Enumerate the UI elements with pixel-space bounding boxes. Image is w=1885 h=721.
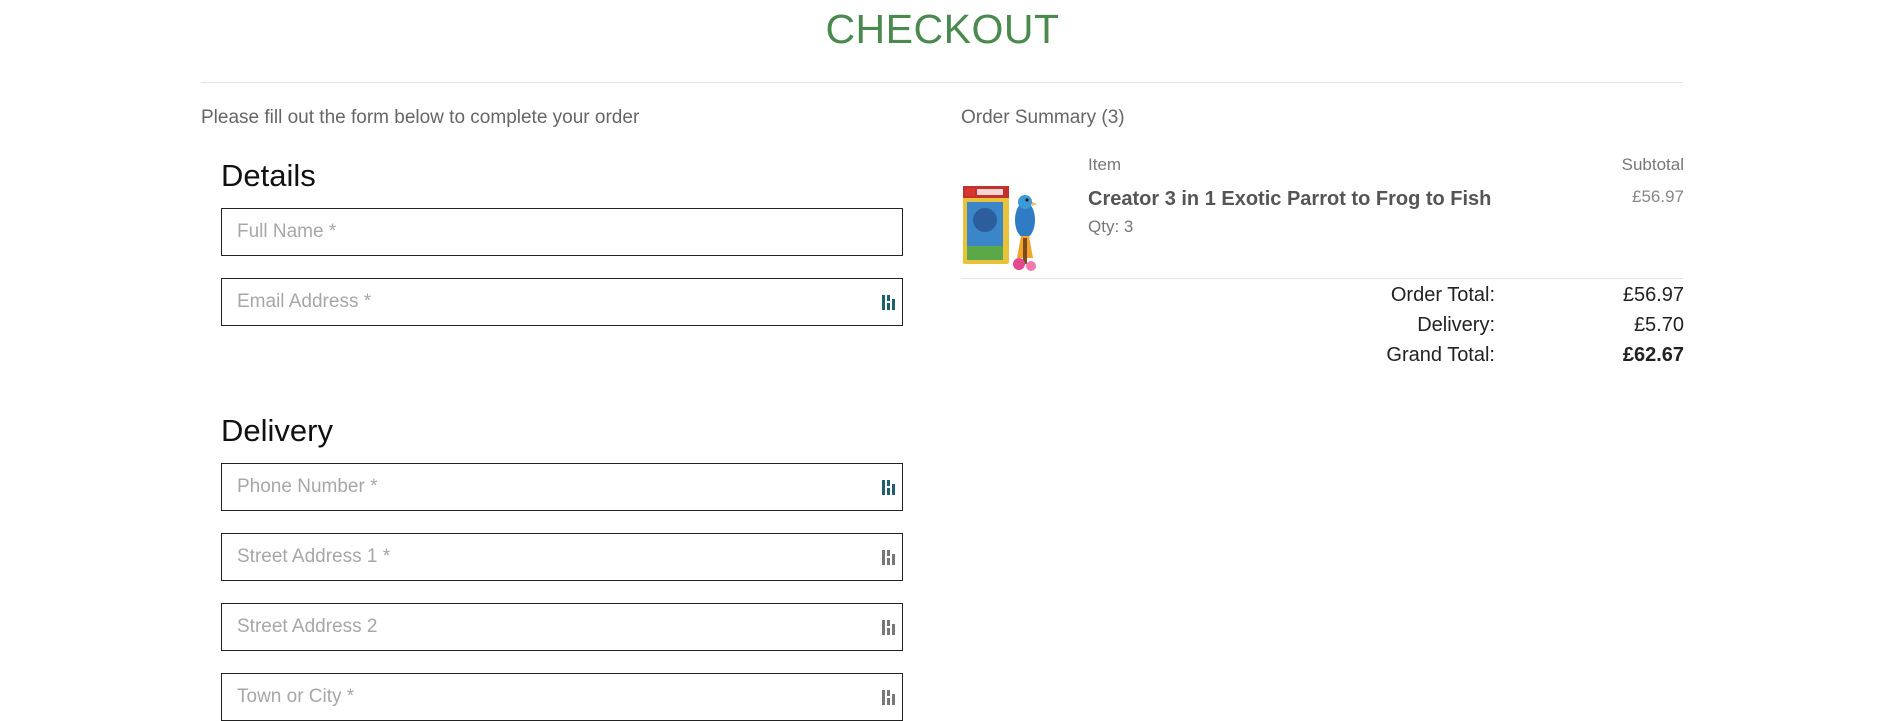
street-address-2-field[interactable] [221, 603, 903, 651]
password-manager-icon[interactable] [882, 293, 896, 312]
email-input[interactable] [222, 279, 902, 325]
street-address-1-field[interactable] [221, 533, 903, 581]
town-city-field[interactable] [221, 673, 903, 721]
item-column-label: Item [1088, 155, 1122, 174]
page-title: CHECKOUT [825, 6, 1060, 52]
password-manager-icon[interactable] [882, 618, 896, 637]
street-address-2-input[interactable] [222, 604, 902, 650]
street-address-1-input[interactable] [222, 534, 902, 580]
product-subtotal: £56.97 [1632, 187, 1684, 206]
town-city-input[interactable] [222, 674, 902, 720]
full-name-field[interactable] [221, 208, 903, 256]
summary-divider [961, 278, 1683, 279]
phone-field[interactable] [221, 463, 903, 511]
checkout-intro-text: Please fill out the form below to comple… [201, 107, 640, 128]
title-divider [201, 82, 1683, 83]
subtotal-column-label: Subtotal [1621, 155, 1684, 174]
password-manager-icon[interactable] [882, 688, 896, 707]
password-manager-icon[interactable] [882, 548, 896, 567]
delivery-heading: Delivery [221, 413, 333, 448]
order-total-value: £56.97 [1622, 284, 1684, 306]
full-name-input[interactable] [222, 209, 902, 255]
grand-total-value: £62.67 [1622, 344, 1684, 366]
email-field[interactable] [221, 278, 903, 326]
order-total-label: Order Total: [1390, 284, 1495, 306]
grand-total-label: Grand Total: [1386, 344, 1495, 366]
product-name[interactable]: Creator 3 in 1 Exotic Parrot to Frog to … [1088, 188, 1491, 211]
order-summary-title: Order Summary (3) [961, 107, 1125, 128]
delivery-cost-label: Delivery: [1417, 314, 1495, 336]
delivery-cost-value: £5.70 [1633, 314, 1684, 336]
phone-input[interactable] [222, 464, 902, 510]
details-heading: Details [221, 158, 316, 193]
product-thumbnail[interactable] [961, 180, 1049, 276]
product-quantity: Qty: 3 [1088, 217, 1134, 236]
password-manager-icon[interactable] [882, 478, 896, 497]
